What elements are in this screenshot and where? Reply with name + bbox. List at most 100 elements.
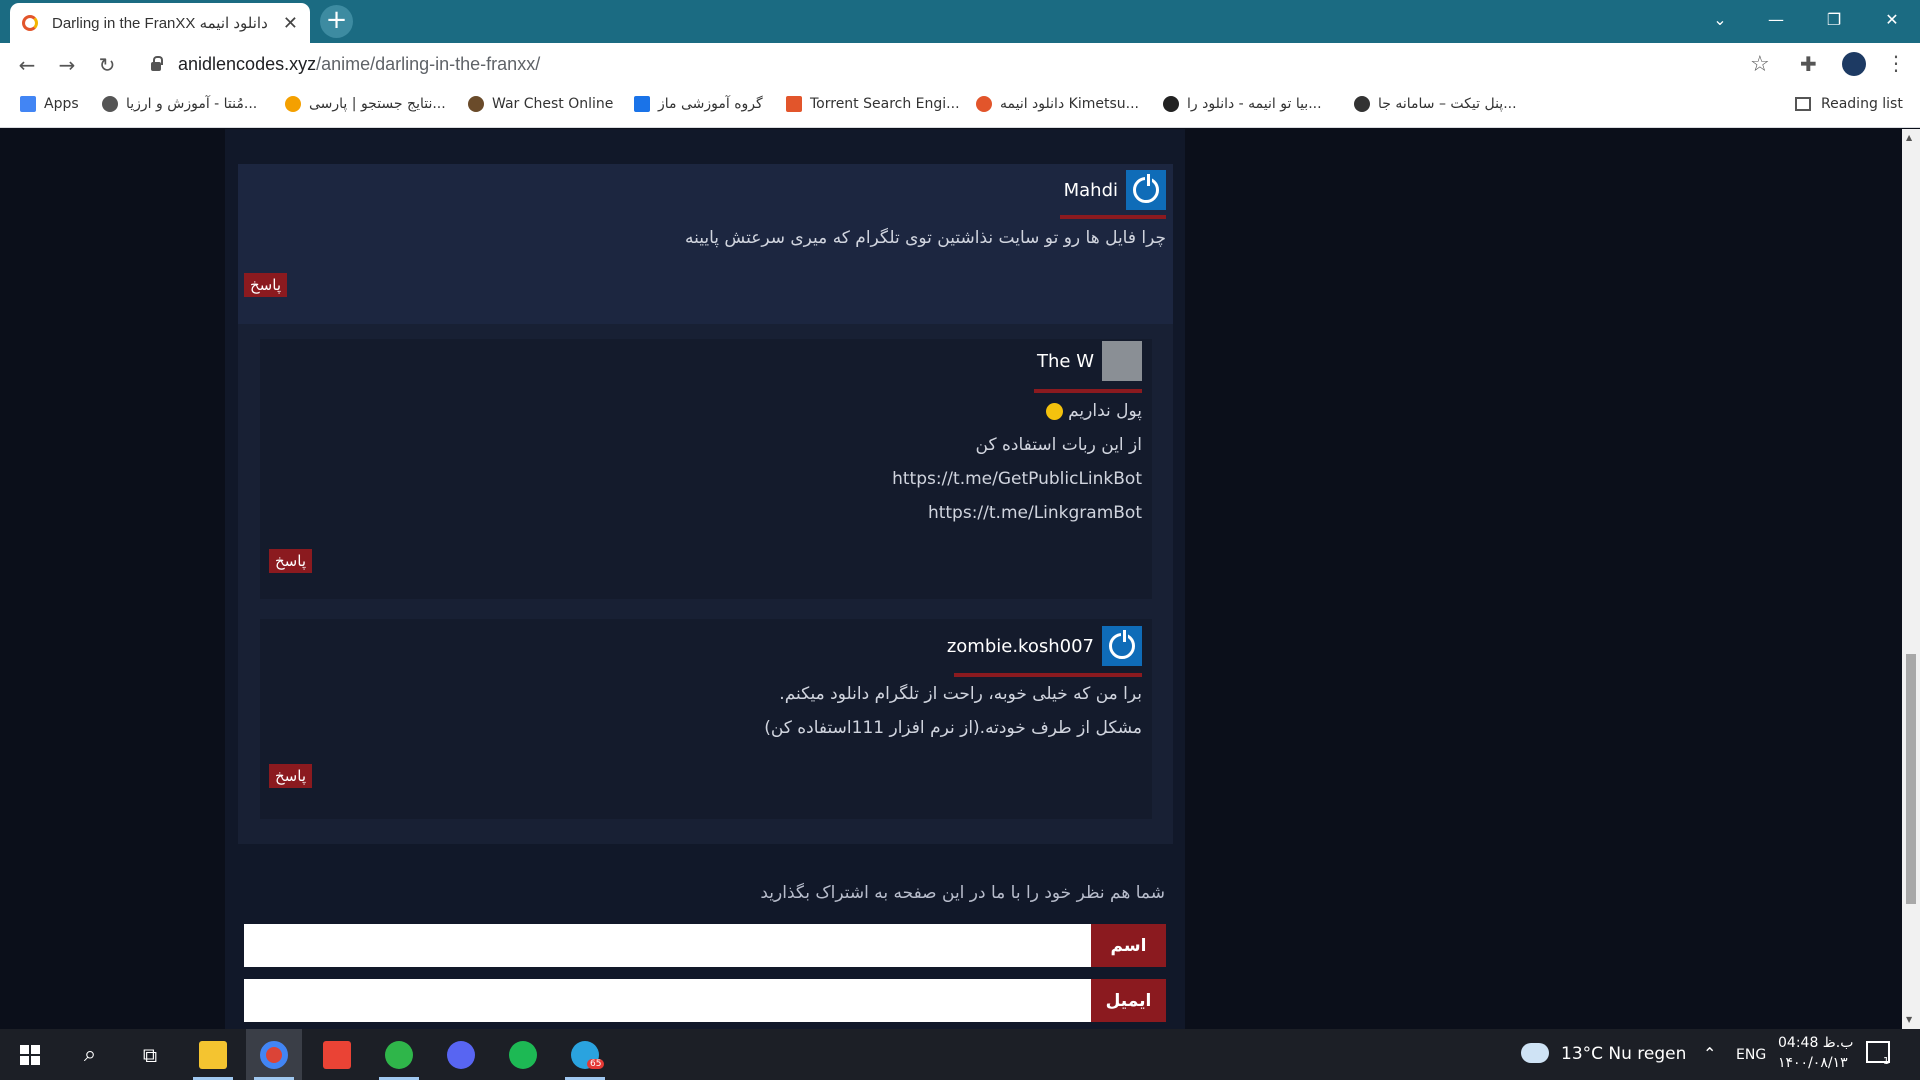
comment-line-text: پول نداریم [1068,401,1142,421]
reading-list-label: Reading list [1821,96,1903,112]
comment-line: پول نداریم [282,394,1142,428]
comment-author[interactable]: The W [1037,351,1094,372]
task-view-icon[interactable]: ⧉ [122,1029,178,1080]
new-tab-button[interactable]: + [320,5,353,38]
bookmark-favicon-icon [468,96,484,112]
bookmark-favicon-icon [285,96,301,112]
comment-line: مشکل از طرف خودته.(از نرم افزار 111استفا… [764,718,1142,738]
browser-tab[interactable]: Darling in the FranXX دانلود انیمه ✕ [10,3,310,43]
language-indicator[interactable]: ENG [1736,1047,1766,1063]
site-favicon-icon [22,15,38,31]
comment-line: از این ربات استفاده کن [975,435,1142,455]
bookmark-favicon-icon [1354,96,1370,112]
page-scrollbar[interactable]: ▲ ▼ [1902,129,1920,1029]
email-field-row: ایمیل [244,979,1166,1022]
comment-form-heading: شما هم نظر خود را با ما در این صفحه به ا… [760,883,1165,903]
apps-grid-icon [20,96,36,112]
scroll-down-icon[interactable]: ▼ [1906,1015,1912,1024]
bookmark-item[interactable]: گروه آموزشی ماز [634,96,763,112]
spotify-icon[interactable] [495,1029,551,1080]
taskbar: ⌕ ⧉ 65 13°C Nu regen ⌃ ENG 04:48 ب.ظ ۱۴۰… [0,1029,1920,1080]
close-tab-icon[interactable]: ✕ [283,13,298,34]
more-menu-icon[interactable]: ⋮ [1886,51,1906,75]
start-button[interactable] [2,1029,58,1080]
link-getpubliclinkbot[interactable]: https://t.me/GetPublicLinkBot [282,462,1142,496]
bookmark-item[interactable]: دانلود انیمه Kimetsu... [976,96,1139,112]
scroll-up-icon[interactable]: ▲ [1906,133,1912,142]
scroll-thumb[interactable] [1906,654,1916,904]
bookmark-label: Torrent Search Engi... [810,96,960,112]
bookmark-favicon-icon [976,96,992,112]
comment-body: برا من که خیلی خوبه، راحت از تلگرام دانل… [282,677,1142,745]
bookmark-apps[interactable]: Apps [20,96,79,112]
bookmark-favicon-icon [786,96,802,112]
bookmark-item[interactable]: مُنتا - آموزش و ارزیا... [102,96,257,112]
comment-author[interactable]: zombie.kosh007 [947,636,1094,657]
search-icon[interactable]: ⌕ [62,1029,118,1080]
bookmark-label: War Chest Online [492,96,614,112]
bookmark-favicon-icon [102,96,118,112]
chrome-icon[interactable] [246,1029,302,1080]
bookmark-favicon-icon [634,96,650,112]
clock-time: 04:48 ب.ظ [1778,1035,1854,1051]
telegram-icon[interactable]: 65 [557,1029,613,1080]
bookmark-item[interactable]: War Chest Online [468,96,613,112]
bookmarks-bar: Apps مُنتا - آموزش و ارزیا... نتایج جستج… [0,86,1920,128]
lock-icon[interactable] [151,56,163,71]
telegram-badge: 65 [587,1059,605,1069]
author-underline [1060,215,1166,219]
profile-avatar[interactable] [1842,52,1866,76]
forward-icon[interactable]: → [52,50,82,80]
bookmark-item[interactable]: Torrent Search Engi... [786,96,960,112]
notification-count: 1 [1883,1056,1890,1067]
extensions-icon[interactable]: ✚ [1800,52,1817,76]
comment-header: The W [1037,341,1142,381]
bookmark-label: گروه آموزشی ماز [658,96,763,112]
email-input[interactable] [244,979,1091,1022]
comment-text: چرا فایل ها رو تو سایت نذاشتین توی تلگرا… [684,228,1166,248]
address-bar[interactable]: anidlencodes.xyz/anime/darling-in-the-fr… [178,54,540,75]
avatar-power-icon [1102,626,1142,666]
tray-chevron-icon[interactable]: ⌃ [1703,1044,1716,1063]
bookmark-item[interactable]: پنل تیکت – سامانه جا... [1354,96,1517,112]
close-window-button[interactable]: ✕ [1864,0,1920,38]
avatar-power-icon [1126,170,1166,210]
back-icon[interactable]: ← [12,50,42,80]
clock-date: ۱۴۰۰/۰۸/۱۳ [1778,1055,1848,1071]
file-explorer-icon[interactable] [185,1029,241,1080]
url-path: /anime/darling-in-the-franxx/ [316,54,541,74]
tab-title: Darling in the FranXX دانلود انیمه [52,15,268,32]
browser-toolbar: ← → ↻ anidlencodes.xyz/anime/darling-in-… [0,43,1920,86]
comment-header: Mahdi [1064,170,1166,210]
bookmark-label: پنل تیکت – سامانه جا... [1378,96,1517,112]
reply-button[interactable]: پاسخ [269,549,312,573]
bookmark-label: نتایج جستجو | پارسی... [309,96,446,112]
sad-face-icon [1045,402,1063,420]
name-input[interactable] [244,924,1091,967]
reading-list-button[interactable]: Reading list [1795,96,1903,112]
bookmark-item[interactable]: بیا تو انیمه - دانلود را... [1163,96,1322,112]
minimize-button[interactable]: — [1748,0,1804,38]
bookmark-item[interactable]: نتایج جستجو | پارسی... [285,96,446,112]
reply-button[interactable]: پاسخ [244,273,287,297]
link-linkgrambot[interactable]: https://t.me/LinkgramBot [282,496,1142,530]
bookmark-star-icon[interactable]: ☆ [1750,52,1770,77]
reading-list-icon [1795,97,1811,111]
page-viewport: Mahdi چرا فایل ها رو تو سایت نذاشتین توی… [0,129,1902,1029]
comment-author[interactable]: Mahdi [1064,180,1118,201]
reply-button[interactable]: پاسخ [269,764,312,788]
telegram-desktop-icon[interactable] [371,1029,427,1080]
url-host: anidlencodes.xyz [178,54,317,74]
weather-cloud-icon[interactable] [1521,1043,1549,1063]
comment-header: zombie.kosh007 [947,626,1142,666]
discord-icon[interactable] [433,1029,489,1080]
tab-strip: Darling in the FranXX دانلود انیمه ✕ + ⌄… [0,0,1920,43]
name-field-row: اسم [244,924,1166,967]
weather-text[interactable]: 13°C Nu regen [1561,1044,1686,1064]
tab-search-icon[interactable]: ⌄ [1692,0,1748,38]
gmail-icon[interactable] [309,1029,365,1080]
reload-icon[interactable]: ↻ [92,50,122,80]
clock[interactable]: 04:48 ب.ظ ۱۴۰۰/۰۸/۱۳ [1778,1033,1853,1073]
restore-button[interactable]: ❐ [1806,0,1862,38]
bookmark-label: بیا تو انیمه - دانلود را... [1187,96,1322,112]
